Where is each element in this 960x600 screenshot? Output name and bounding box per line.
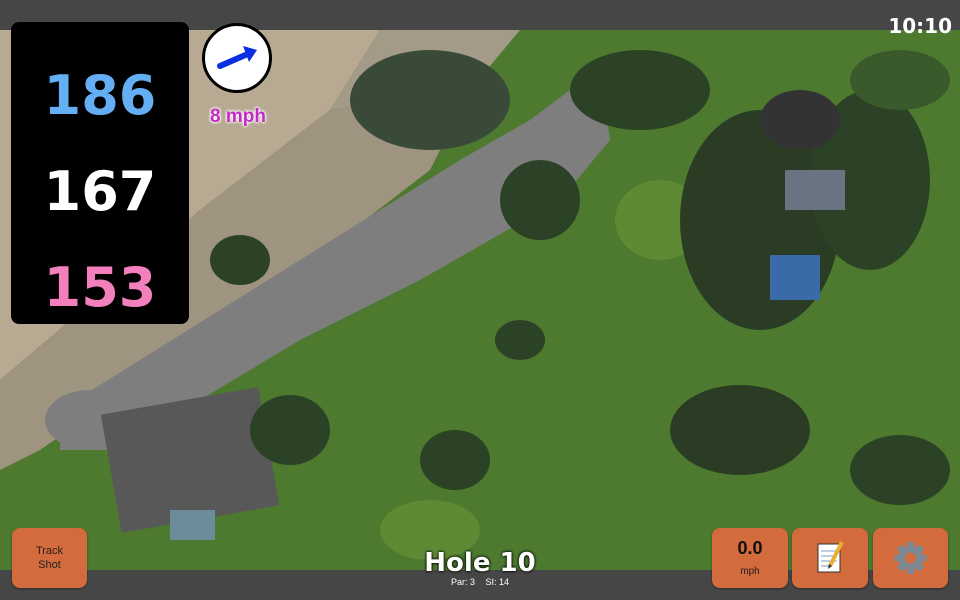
settings-button[interactable] xyxy=(873,528,948,588)
front-distance: 153 xyxy=(43,256,157,319)
wind-speed-label: 8 mph xyxy=(210,106,266,127)
back-distance: 186 xyxy=(43,64,157,127)
hole-title: Hole 10 xyxy=(424,548,536,578)
par-label: Par: 3 xyxy=(450,577,475,587)
hole-meta: Par: 3 SI: 14 xyxy=(380,577,580,587)
speed-value: 0.0 xyxy=(737,538,763,558)
notepad-icon xyxy=(817,541,844,573)
speed-button[interactable]: 0.0 mph xyxy=(712,528,788,588)
gear-icon xyxy=(894,542,927,574)
wind-arrow-icon xyxy=(217,46,257,69)
center-distance: 167 xyxy=(43,160,157,223)
status-time: 10:10 xyxy=(888,14,952,38)
wind-indicator xyxy=(202,23,272,93)
track-shot-button[interactable]: Track Shot xyxy=(12,528,87,588)
track-shot-label: Track Shot xyxy=(35,545,64,571)
stroke-index-label: SI: 14 xyxy=(485,577,510,587)
notes-button[interactable] xyxy=(792,528,868,588)
distance-panel: 186 167 153 xyxy=(11,22,189,324)
speed-unit: mph xyxy=(740,566,760,577)
